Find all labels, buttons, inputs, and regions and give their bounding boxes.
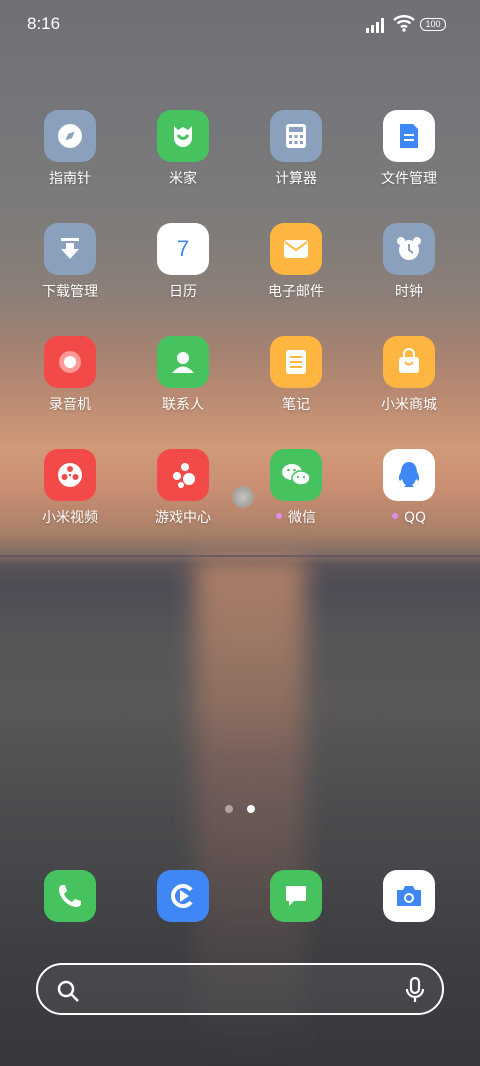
app-mi-video[interactable]: 小米视频 [20,449,120,527]
dock-messages[interactable] [246,870,346,922]
calculator-icon [270,110,322,162]
app-label: 小米视频 [42,510,98,526]
app-label-text: 微信 [288,510,316,526]
app-notes[interactable]: 笔记 [246,336,346,414]
page-dot-active[interactable] [247,805,255,813]
messages-icon [270,870,322,922]
mijia-icon [157,110,209,162]
video-reel-icon [44,449,96,501]
page-dot[interactable] [225,805,233,813]
app-label: 游戏中心 [155,510,211,526]
status-bar: 8:16 100 [0,0,480,50]
app-file-manager[interactable]: 文件管理 [359,110,459,188]
app-compass[interactable]: 指南针 [20,110,120,188]
app-label: QQ [359,509,459,527]
app-downloads[interactable]: 下载管理 [20,223,120,301]
app-label: 笔记 [282,397,310,413]
app-clock[interactable]: 时钟 [359,223,459,301]
new-badge-dot [276,513,282,519]
app-label: 文件管理 [381,171,437,187]
phone-icon [44,870,96,922]
app-mijia[interactable]: 米家 [133,110,233,188]
contacts-icon [157,336,209,388]
new-badge-dot [391,513,398,519]
app-label: 米家 [169,171,197,187]
battery-icon: 100 [420,18,446,31]
camera-icon [383,870,435,922]
wechat-icon [270,449,322,501]
app-label: 电子邮件 [268,284,324,300]
app-label: 小米商城 [381,397,437,413]
app-calculator[interactable]: 计算器 [246,110,346,188]
app-qq[interactable]: QQ [359,449,459,527]
calendar-day: 7 [176,236,190,261]
app-label: 联系人 [162,397,204,413]
dock-camera[interactable] [359,870,459,922]
game-center-icon [157,449,209,501]
search-bar[interactable] [36,963,444,1015]
app-label-text: QQ [403,510,427,526]
notes-icon [270,336,322,388]
browser-icon [157,870,209,922]
app-label: 下载管理 [42,284,98,300]
app-email[interactable]: 电子邮件 [246,223,346,301]
app-contacts[interactable]: 联系人 [133,336,233,414]
cellular-signal-icon [366,18,384,33]
dock-browser[interactable] [133,870,233,922]
calendar-icon: 7 [157,223,209,275]
search-icon [57,980,79,1002]
compass-icon [44,110,96,162]
shopping-bag-icon [383,336,435,388]
app-label: 指南针 [49,171,91,187]
wifi-icon [393,15,415,32]
microphone-icon[interactable] [404,977,426,1003]
app-game-center[interactable]: 游戏中心 [133,449,233,527]
wallpaper-horizon [0,555,480,557]
app-label: 日历 [169,284,197,300]
app-label: 时钟 [395,284,423,300]
page-indicator[interactable] [0,798,480,817]
app-wechat[interactable]: 微信 [246,449,346,527]
app-label: 计算器 [275,171,317,187]
app-label: 微信 [246,509,346,527]
file-manager-icon [383,110,435,162]
dock-phone[interactable] [20,870,120,922]
download-icon [44,223,96,275]
app-calendar[interactable]: 7 日历 [133,223,233,301]
mail-icon [270,223,322,275]
recorder-icon [44,336,96,388]
app-label: 录音机 [49,397,91,413]
app-recorder[interactable]: 录音机 [20,336,120,414]
status-time: 8:16 [27,14,61,33]
app-mi-store[interactable]: 小米商城 [359,336,459,414]
alarm-clock-icon [383,223,435,275]
qq-penguin-icon [383,449,435,501]
